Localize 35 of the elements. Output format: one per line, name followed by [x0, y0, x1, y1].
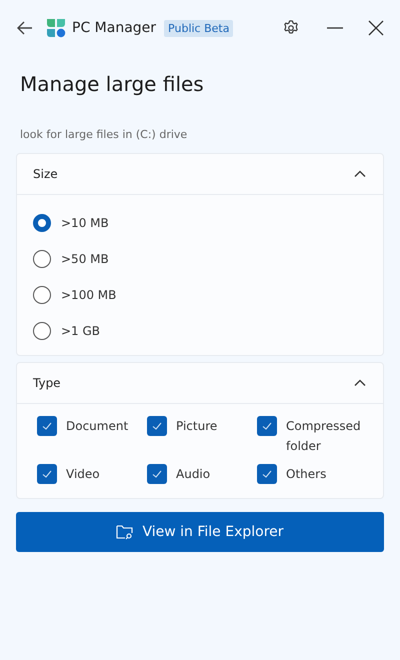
radio-button[interactable] — [33, 250, 51, 268]
radio-label: >10 MB — [61, 216, 109, 230]
radio-label: >1 GB — [61, 324, 100, 338]
app-logo-icon — [46, 18, 66, 38]
page-title: Manage large files — [20, 72, 205, 96]
checkbox[interactable] — [37, 416, 57, 436]
checkbox-label: Document — [66, 418, 128, 435]
checkbox-label: Picture — [176, 418, 218, 435]
radio-label: >50 MB — [61, 252, 109, 266]
folder-search-icon — [116, 524, 134, 540]
beta-badge: Public Beta — [164, 20, 234, 36]
app-title: PC Manager — [72, 20, 156, 36]
radio-button[interactable] — [33, 286, 51, 304]
checkmark-icon — [41, 468, 53, 480]
radio-label: >100 MB — [61, 288, 116, 302]
checkbox[interactable] — [147, 464, 167, 484]
checkmark-icon — [41, 420, 53, 432]
checkbox-label: Compressed folder — [286, 418, 362, 455]
page-subtitle: look for large files in (C:) drive — [20, 128, 188, 141]
checkbox[interactable] — [147, 416, 167, 436]
section-title: Size — [33, 167, 58, 181]
checkmark-icon — [261, 420, 273, 432]
radio-button[interactable] — [33, 322, 51, 340]
checkbox[interactable] — [257, 416, 277, 436]
checkmark-icon — [151, 468, 163, 480]
checkbox-label: Video — [66, 466, 100, 483]
checkbox[interactable] — [257, 464, 277, 484]
section-title: Type — [33, 376, 61, 390]
checkbox-label: Audio — [176, 466, 210, 483]
checkmark-icon — [261, 468, 273, 480]
checkbox-label: Others — [286, 466, 326, 483]
radio-button[interactable] — [33, 214, 51, 232]
view-in-file-explorer-button[interactable]: View in File Explorer — [16, 512, 384, 552]
checkbox[interactable] — [37, 464, 57, 484]
checkmark-icon — [151, 420, 163, 432]
